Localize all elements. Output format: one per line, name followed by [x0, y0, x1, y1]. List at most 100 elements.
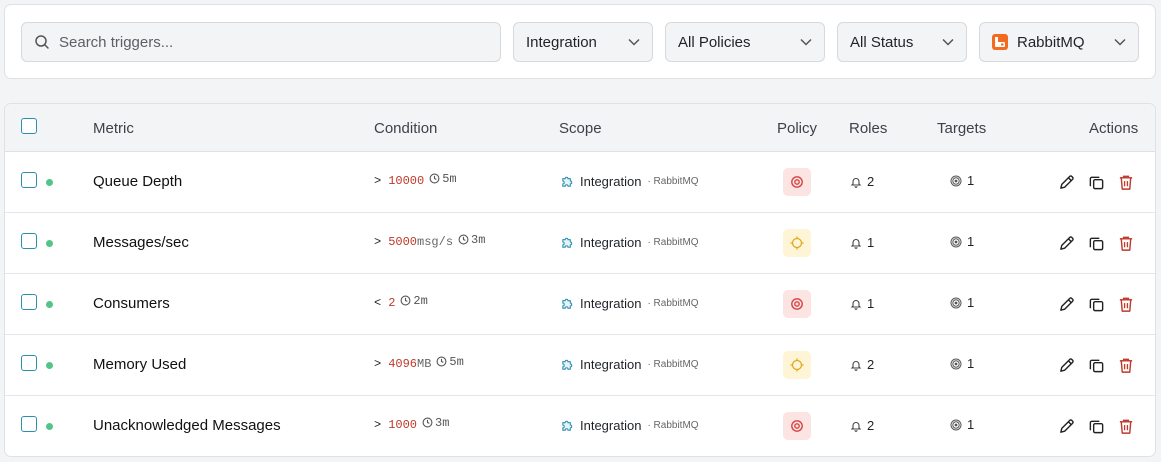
duration-value: 3m: [471, 232, 486, 247]
roles-value: 2: [867, 174, 875, 189]
bell-icon: [850, 238, 862, 249]
duplicate-button[interactable]: [1087, 417, 1105, 435]
row-checkbox[interactable]: [21, 416, 37, 432]
targets-value: 1: [967, 173, 975, 188]
edit-button[interactable]: [1057, 234, 1075, 252]
clock-icon: [436, 356, 447, 367]
search-icon: [35, 35, 49, 49]
scope-label: Integration: [580, 357, 642, 372]
integration-select[interactable]: RabbitMQ: [979, 22, 1139, 62]
delete-button[interactable]: [1117, 234, 1135, 252]
delete-button[interactable]: [1117, 173, 1135, 191]
duplicate-button[interactable]: [1087, 295, 1105, 313]
edit-button[interactable]: [1057, 417, 1075, 435]
critical-policy-icon: [791, 298, 803, 310]
copy-icon: [1089, 420, 1103, 433]
policy-badge[interactable]: [783, 168, 811, 196]
header-policy: Policy: [777, 120, 818, 137]
target-icon: [950, 236, 962, 247]
policy-select[interactable]: All Policies: [665, 22, 825, 62]
condition-value: 2: [388, 296, 396, 310]
integration-select-label: RabbitMQ: [1017, 33, 1085, 51]
copy-icon: [1089, 237, 1103, 250]
puzzle-icon: [562, 359, 573, 370]
scope-label: Integration: [580, 174, 642, 189]
duration-value: 2m: [413, 293, 428, 308]
scope-label: Integration: [580, 235, 642, 250]
trash-icon: [1119, 236, 1133, 251]
scope-label: Integration: [580, 296, 642, 311]
filter-bar: Integration All Policies All Status Rabb…: [4, 4, 1156, 79]
policy-badge[interactable]: [783, 412, 811, 440]
policy-badge[interactable]: [783, 351, 811, 379]
delete-button[interactable]: [1117, 295, 1135, 313]
roles-count: 2: [850, 357, 874, 372]
condition-value: 10000: [388, 174, 425, 188]
header-scope: Scope: [559, 120, 602, 137]
pencil-icon: [1059, 357, 1074, 372]
targets-count: 1: [950, 417, 974, 432]
pencil-icon: [1059, 235, 1074, 250]
status-dot: [46, 301, 53, 308]
condition: >4096 MB 5m: [374, 354, 464, 372]
delete-button[interactable]: [1117, 356, 1135, 374]
puzzle-icon: [562, 420, 573, 431]
target-icon: [950, 297, 962, 308]
bell-icon: [850, 299, 862, 310]
status-select[interactable]: All Status: [837, 22, 967, 62]
status-dot: [46, 362, 53, 369]
policy-badge[interactable]: [783, 290, 811, 318]
targets-value: 1: [967, 234, 975, 249]
scope: Integration · RabbitMQ: [560, 357, 699, 372]
condition-duration: 3m: [422, 416, 449, 430]
condition-duration: 3m: [458, 233, 485, 247]
trash-icon: [1119, 297, 1133, 312]
targets-value: 1: [967, 295, 975, 310]
table-row[interactable]: Messages/sec >5000 msg/s 3m Integration · Rab…: [5, 213, 1155, 274]
table-header: Metric Condition Scope Policy Roles Targ…: [5, 104, 1155, 152]
scope: Integration · RabbitMQ: [560, 174, 699, 189]
search-input[interactable]: [59, 33, 479, 51]
condition: >10000 5m: [374, 172, 457, 189]
puzzle-icon: [562, 237, 573, 248]
row-checkbox[interactable]: [21, 355, 37, 371]
scope-select[interactable]: Integration: [513, 22, 653, 62]
edit-button[interactable]: [1057, 295, 1075, 313]
row-checkbox[interactable]: [21, 172, 37, 188]
copy-icon: [1089, 176, 1103, 189]
table-row[interactable]: Consumers <2 2m Integration · RabbitMQ 1 1: [5, 274, 1155, 335]
edit-button[interactable]: [1057, 173, 1075, 191]
table-row[interactable]: Memory Used >4096 MB 5m Integration · RabbitM…: [5, 335, 1155, 396]
duration-value: 5m: [449, 354, 464, 369]
header-metric: Metric: [93, 120, 134, 137]
table-row[interactable]: Queue Depth >10000 5m Integration · RabbitMQ…: [5, 152, 1155, 213]
row-checkbox[interactable]: [21, 294, 37, 310]
row-actions: [1057, 295, 1135, 313]
status-select-label: All Status: [850, 33, 914, 51]
duplicate-button[interactable]: [1087, 356, 1105, 374]
rabbitmq-logo-icon: [992, 34, 1008, 50]
condition: >5000 msg/s 3m: [374, 233, 485, 250]
row-actions: [1057, 173, 1135, 191]
scope-sub-label: · RabbitMQ: [647, 298, 699, 309]
target-icon: [950, 419, 962, 430]
targets-count: 1: [950, 295, 974, 310]
duplicate-button[interactable]: [1087, 234, 1105, 252]
search-field[interactable]: [21, 22, 501, 62]
copy-icon: [1089, 359, 1103, 372]
critical-policy-icon: [791, 176, 803, 188]
edit-button[interactable]: [1057, 356, 1075, 374]
header-roles: Roles: [849, 120, 888, 137]
select-all-checkbox[interactable]: [21, 118, 37, 134]
delete-button[interactable]: [1117, 417, 1135, 435]
policy-badge[interactable]: [783, 229, 811, 257]
targets-value: 1: [967, 356, 975, 371]
clock-icon: [422, 417, 433, 428]
row-checkbox[interactable]: [21, 233, 37, 249]
chevron-down-icon: [1114, 38, 1126, 46]
status-dot: [46, 179, 53, 186]
table-row[interactable]: Unacknowledged Messages >1000 3m Integratio…: [5, 396, 1155, 456]
condition: <2 2m: [374, 293, 428, 311]
duplicate-button[interactable]: [1087, 173, 1105, 191]
metric-name: Memory Used: [93, 356, 187, 373]
